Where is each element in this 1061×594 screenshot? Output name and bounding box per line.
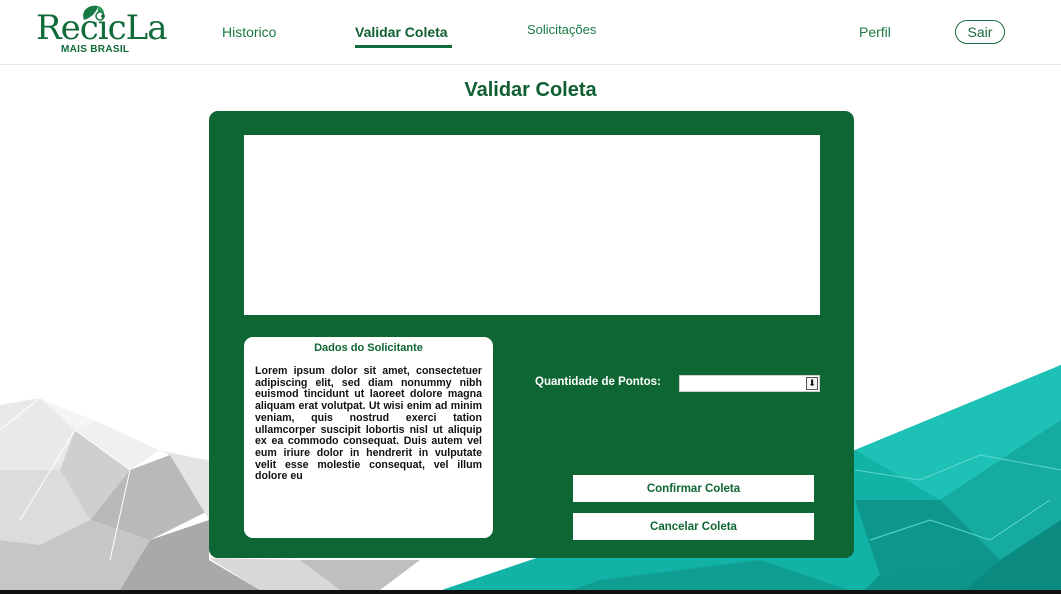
nav-perfil[interactable]: Perfil xyxy=(859,24,891,40)
arrow-down-icon[interactable]: ⬇ xyxy=(806,377,818,390)
top-navigation-bar: RecicLa MAIS BRASIL Historico Validar Co… xyxy=(0,0,1061,65)
nav-historico[interactable]: Historico xyxy=(222,24,276,40)
brand-subtitle: MAIS BRASIL xyxy=(61,44,130,55)
brand-name: RecicLa xyxy=(36,8,168,48)
nav-solicitacoes[interactable]: Solicitações xyxy=(527,22,596,37)
points-label: Quantidade de Pontos: xyxy=(535,376,661,388)
requester-info-text: Lorem ipsum dolor sit amet, consectetuer… xyxy=(255,365,482,483)
confirm-collection-button[interactable]: Confirmar Coleta xyxy=(573,475,814,502)
nav-validar-coleta[interactable]: Validar Coleta xyxy=(355,24,452,48)
cancel-collection-button[interactable]: Cancelar Coleta xyxy=(573,513,814,540)
requester-info-card: Dados do Solicitante Lorem ipsum dolor s… xyxy=(244,337,493,538)
requester-info-title: Dados do Solicitante xyxy=(314,342,423,354)
brand-logo[interactable]: RecicLa MAIS BRASIL xyxy=(36,4,168,58)
points-select[interactable]: ⬇ xyxy=(679,375,820,392)
page-title: Validar Coleta xyxy=(464,79,597,101)
bottom-border xyxy=(0,590,1061,594)
logout-button[interactable]: Sair xyxy=(955,20,1005,44)
validation-panel: Dados do Solicitante Lorem ipsum dolor s… xyxy=(209,111,854,558)
collection-image-area xyxy=(244,135,820,315)
